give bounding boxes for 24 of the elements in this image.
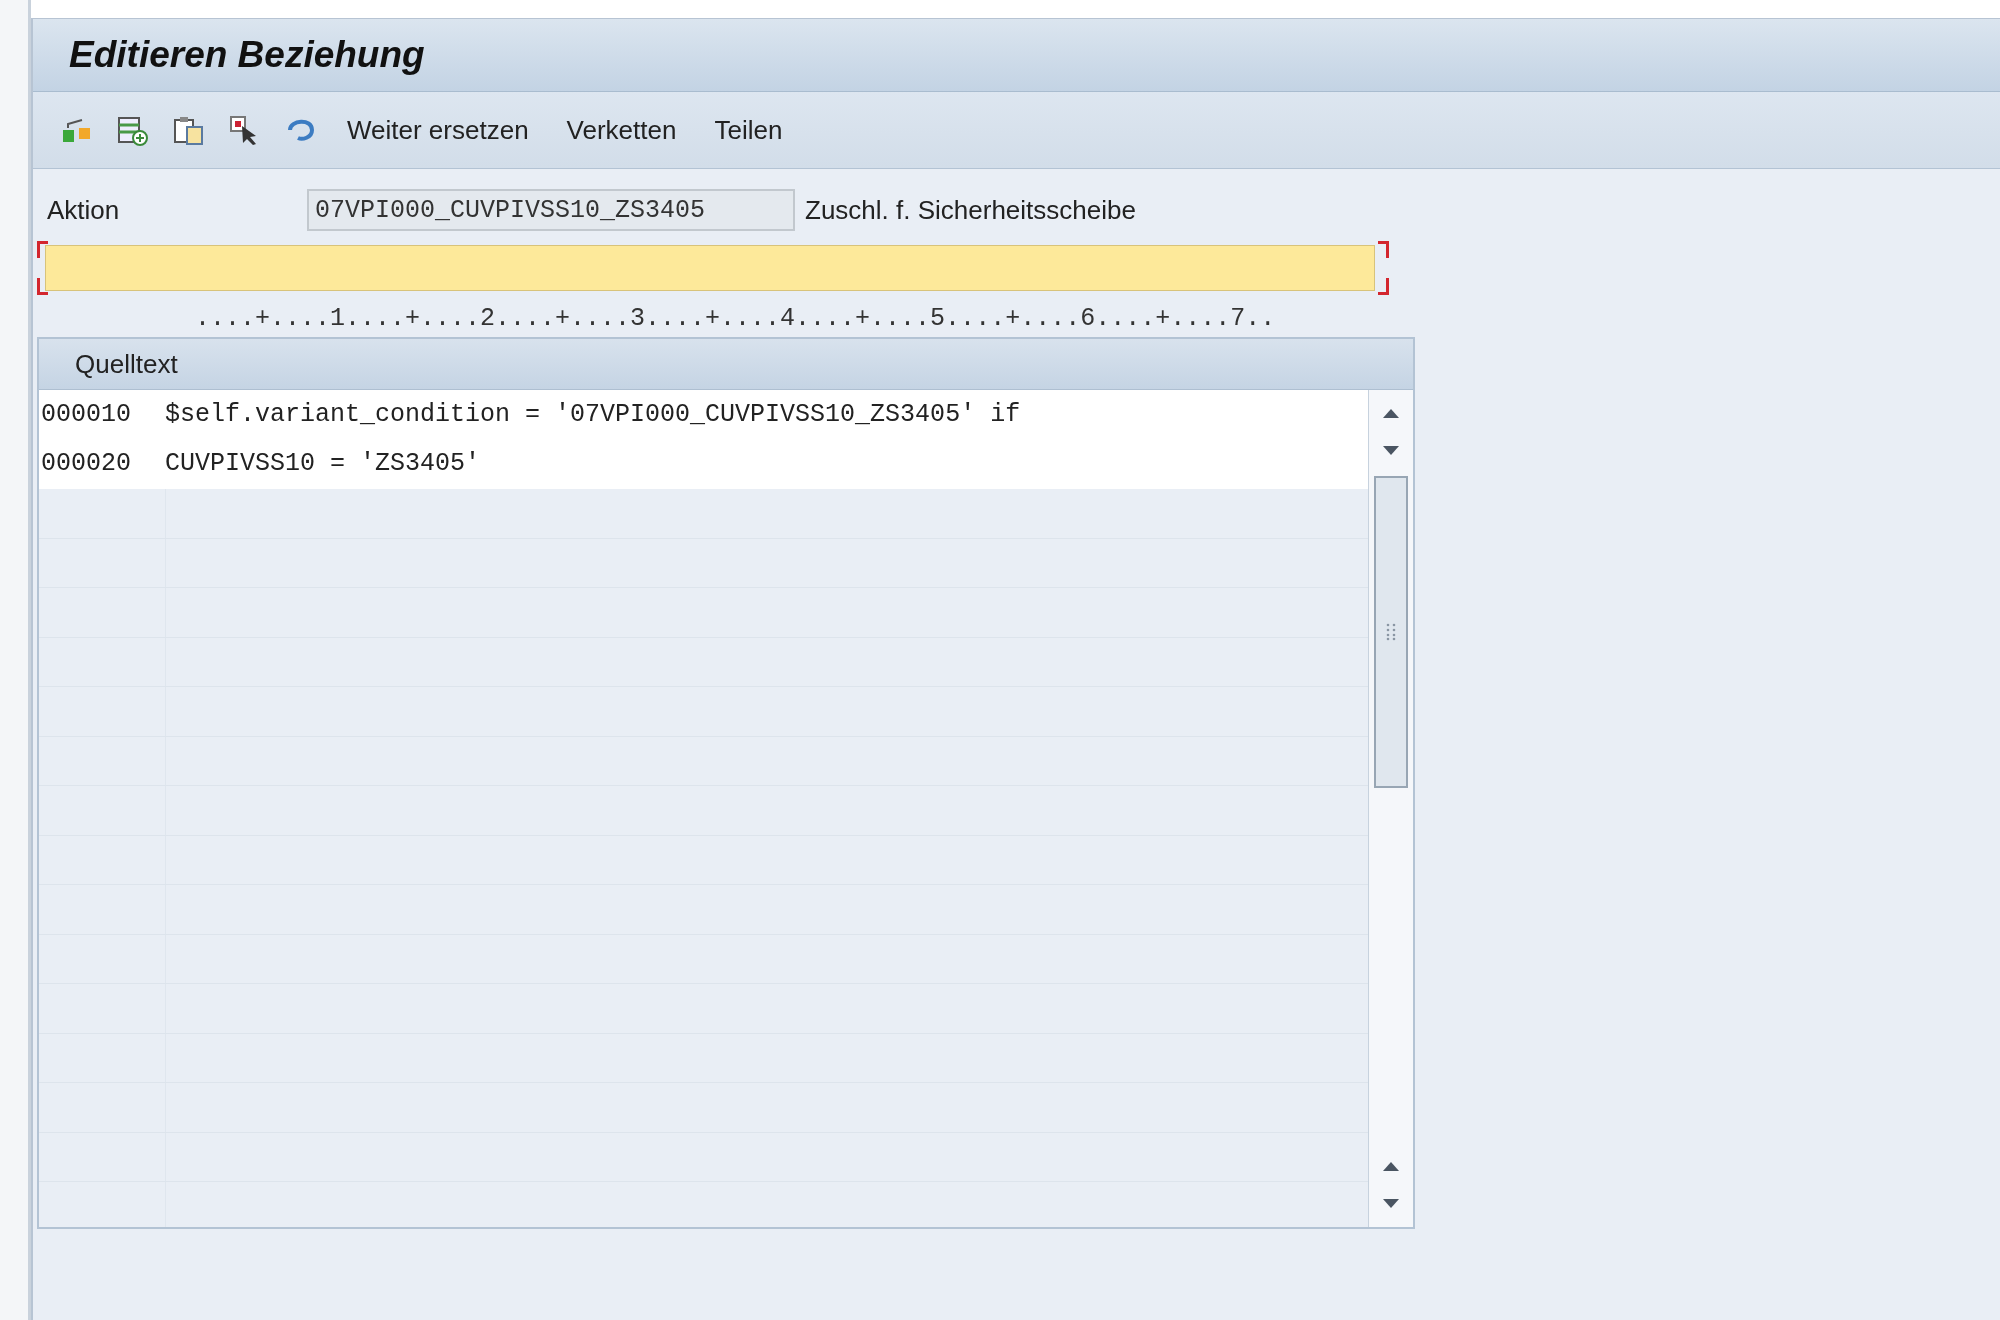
input-field[interactable] — [45, 245, 1375, 291]
scroll-thumb[interactable] — [1374, 476, 1408, 788]
line-number: 000020 — [40, 449, 132, 479]
grip-icon — [1386, 623, 1396, 641]
toolbar-button[interactable]: Verketten — [554, 110, 689, 150]
action-field[interactable]: 07VPI000_CUVPIVSS10_ZS3405 — [307, 189, 795, 231]
up-triangle-icon — [1382, 1160, 1400, 1172]
line-number: 000010 — [40, 399, 132, 429]
focus-corner-mark — [37, 278, 48, 295]
field-description: Zuschl. f. Sicherheitsscheibe — [805, 194, 1136, 226]
up-triangle-icon — [1382, 407, 1400, 419]
column-ruler: ....+....1....+....2....+....3....+....4....+....5....+....6....+....7.. — [195, 303, 1277, 335]
down-triangle-icon — [1382, 1198, 1400, 1210]
code-text[interactable]: CUVPIVSS10 = 'ZS3405' — [165, 449, 481, 479]
code-text[interactable]: $self.variant_condition = '07VPI000_CUVPIVSS10_ZS3405' if — [165, 399, 1021, 429]
focus-corner-mark — [1378, 278, 1389, 295]
toolbar-button[interactable]: Teilen — [702, 110, 795, 150]
editor-title: Quelltext — [75, 348, 178, 380]
down-triangle-icon — [1382, 445, 1400, 457]
focus-corner-mark — [1378, 241, 1389, 258]
window-title: Editieren Beziehung — [69, 34, 425, 76]
field-label: Aktion — [46, 194, 121, 226]
toolbar-button[interactable]: Weiter ersetzen — [335, 110, 541, 150]
focus-corner-mark — [37, 241, 48, 258]
